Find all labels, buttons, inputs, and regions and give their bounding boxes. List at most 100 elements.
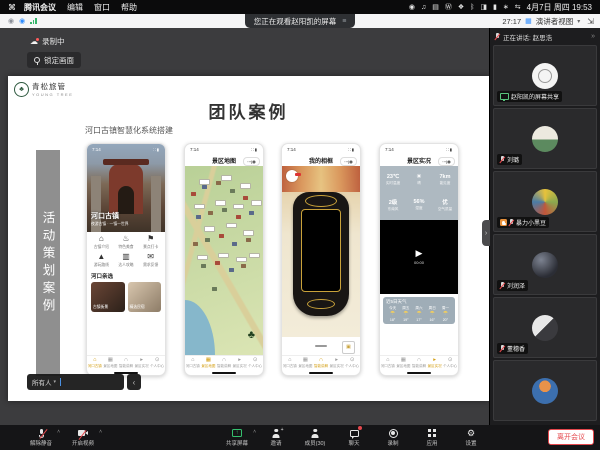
menubar-status-icon[interactable]: ◉ <box>409 4 415 11</box>
toolbar-cam-off-button[interactable]: ˄开启视频 <box>68 428 98 447</box>
slider-dash <box>315 345 327 347</box>
chevron-down-icon[interactable]: ▾ <box>577 18 580 25</box>
menubar-status-icon[interactable]: ▤ <box>432 4 439 11</box>
participant-tile[interactable]: 刘润泽 <box>493 234 597 295</box>
participant-tile[interactable]: 董穗香 <box>493 297 597 358</box>
phone-status-icons: ∷▮ <box>348 147 355 152</box>
weather-value: 2级 <box>388 198 399 206</box>
feature-需求反馈: ✉需求反馈 <box>138 253 163 268</box>
watching-banner[interactable]: 您正在观看赵阳凯的屏幕 ≡ <box>245 14 356 28</box>
members-icon <box>311 429 320 438</box>
chevron-up-icon[interactable]: ˄ <box>253 429 256 435</box>
mic-muted-icon <box>509 219 514 226</box>
apple-logo-icon[interactable]: ⌘ <box>8 3 16 12</box>
toolbar-mic-off-button[interactable]: ˄解除静音 <box>26 428 56 447</box>
info-icon[interactable]: ◉ <box>19 18 25 25</box>
view-mode-dropdown[interactable]: 演讲者视图 <box>536 16 574 27</box>
map-building <box>241 264 246 268</box>
forecast-title: 近5日天气 <box>386 299 452 305</box>
tab-icon: ⊙ <box>155 358 160 364</box>
map-building <box>230 189 235 193</box>
shared-slide: ♣ 青松旅管 YOUNG TREE 团队案例 河口古镇智慧化系统搭建 活动策划案… <box>8 76 489 401</box>
titlebar-controls: 27:17 ▦ 演讲者视图 ▾ ⇲ <box>502 16 594 27</box>
chevron-up-icon[interactable]: ˄ <box>99 429 102 435</box>
menubar-status-icon[interactable]: ♫ <box>421 4 426 11</box>
tab-个人中心: ⊙个人中心 <box>247 358 263 369</box>
feature-label: 古镇介绍 <box>94 245 109 250</box>
menubar-status-icon[interactable]: ᛒ <box>470 4 474 11</box>
hero-title: 河口古镇 <box>91 211 129 221</box>
feature-达人攻略: ▥达人攻略 <box>114 253 139 268</box>
phone-time: 7:14 <box>287 147 296 152</box>
text-cursor <box>60 378 61 386</box>
participant-tile[interactable]: 赵阳凯的屏幕共享 <box>493 45 597 106</box>
gate-arch <box>109 164 143 214</box>
weather-label: 晴 <box>417 181 422 186</box>
toolbar-settings-button[interactable]: ⚙设置 <box>456 428 486 447</box>
weather-value: 23℃ <box>386 174 400 180</box>
tab-河口古镇: ⌂河口古镇 <box>87 358 103 369</box>
map-building <box>249 211 254 215</box>
leave-meeting-button[interactable]: 离开会议 <box>548 429 594 445</box>
share-icon: ↑ <box>232 429 242 437</box>
lock-view-button[interactable]: 锁定画面 <box>27 52 81 68</box>
participant-tile[interactable]: 刘璐 <box>493 108 597 169</box>
tab-河口古镇: ⌂河口古镇 <box>282 358 298 369</box>
phone-nav-bar: 我的相框 ⋯|◉ <box>282 154 360 166</box>
quick-chat-input[interactable]: 所有人 ▾ <box>27 374 124 390</box>
tab-智能讲解: ∩智能讲解 <box>216 358 232 369</box>
phone4-title: 景区实况 <box>407 156 431 165</box>
gold-ornate-frame <box>293 192 349 316</box>
menubar-item-编辑[interactable]: 编辑 <box>67 2 83 13</box>
tab-河口古镇: ⌂河口古镇 <box>380 358 396 369</box>
participant-tile[interactable]: 暴力小黑豆 <box>493 171 597 232</box>
menubar-status-icon[interactable]: ∗ <box>503 4 509 11</box>
chevron-up-icon[interactable]: ˄ <box>57 429 60 435</box>
menubar-item-腾讯会议[interactable]: 腾讯会议 <box>24 2 56 13</box>
toolbar-apps-button[interactable]: 应用 <box>417 428 447 447</box>
menubar-status-icon[interactable]: ◨ <box>480 4 487 11</box>
feature-特色美食: ♨特色美食 <box>114 235 139 250</box>
toolbar-record-button[interactable]: 录制 <box>378 428 408 447</box>
menubar-status-icon[interactable]: ⇆ <box>515 4 521 11</box>
participant-label: 暴力小黑豆 <box>497 217 549 228</box>
tab-景区实况: ▸景区实况 <box>134 358 150 369</box>
weather-label: 空气质量 <box>438 207 452 212</box>
participant-tile[interactable] <box>493 360 597 421</box>
tab-label: 景区地图 <box>298 364 312 369</box>
collapse-icons[interactable]: » <box>591 33 595 40</box>
tab-景区实况: ▸景区实况 <box>329 358 345 369</box>
menubar-status-icon[interactable]: ❖ <box>458 4 464 11</box>
menubar-item-帮助[interactable]: 帮助 <box>121 2 137 13</box>
weather-panel: 23℃实时温度☀晴7km能见度2级东南风56%湿度优空气质量 <box>380 166 458 220</box>
fullscreen-icon[interactable]: ⇲ <box>587 17 594 26</box>
toolbar-label: 录制 <box>387 439 398 447</box>
forecast-temp: 20° <box>439 318 452 322</box>
toolbar-share-button[interactable]: ↑˄共享屏幕 <box>222 428 252 447</box>
tab-icon: ⌂ <box>93 358 96 364</box>
chat-target-selector[interactable]: 所有人 <box>32 377 52 387</box>
shared-screen-stage: ☁ 录制中 锁定画面 ♣ 青松旅管 YOUNG TREE 团队案例 河口古镇智慧… <box>0 28 489 425</box>
umbrella-icon: ☂ <box>439 311 452 318</box>
toolbar-invite-button[interactable]: +邀请 <box>261 428 291 447</box>
tab-label: 景区实况 <box>135 364 149 369</box>
tab-label: 景区地图 <box>103 364 117 369</box>
menubar-clock[interactable]: 4月7日 周四 19:53 <box>527 2 592 13</box>
participant-name: 赵阳凯的屏幕共享 <box>511 92 559 101</box>
weather-label: 东南风 <box>388 207 399 212</box>
toolbar-chat-button[interactable]: 聊天 <box>339 428 369 447</box>
chat-collapse-button[interactable]: ‹ <box>127 374 141 390</box>
shield-icon[interactable]: ◉ <box>8 18 14 25</box>
toolbar-members-button[interactable]: 成员(30) <box>300 428 330 447</box>
menubar-item-窗口[interactable]: 窗口 <box>94 2 110 13</box>
host-badge-icon <box>500 219 507 226</box>
menubar-status-icon[interactable]: ▮ <box>493 4 497 11</box>
chevron-down-icon[interactable]: ▾ <box>54 379 57 385</box>
sidebar-collapse-handle[interactable]: › <box>482 220 490 246</box>
toolbar-label: 成员(30) <box>305 439 326 447</box>
tab-智能讲解: ∩智能讲解 <box>313 358 329 369</box>
tab-icon: ▦ <box>108 358 113 364</box>
menubar-status-icon[interactable]: Ⓦ <box>445 4 452 11</box>
banner-menu-icon[interactable]: ≡ <box>342 18 346 25</box>
toolbar-label: 应用 <box>426 439 437 447</box>
